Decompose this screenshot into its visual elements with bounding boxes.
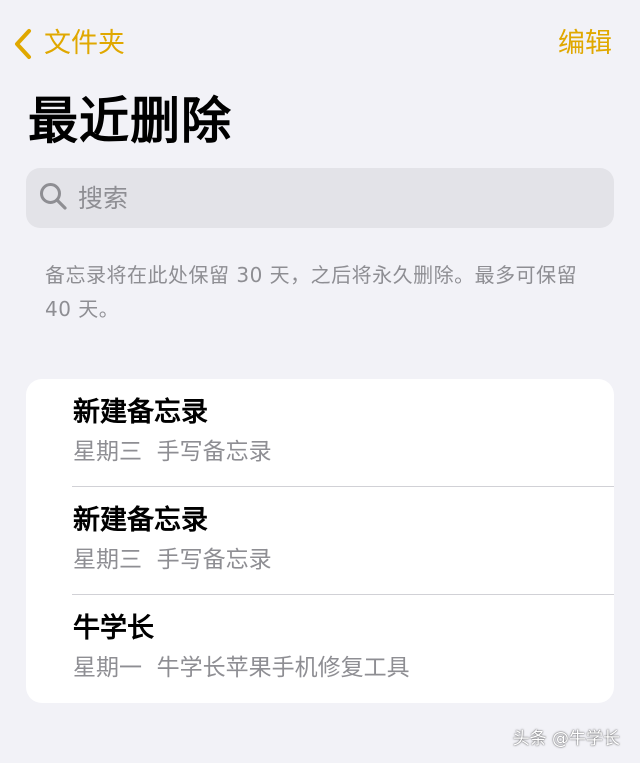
note-date: 星期一	[73, 655, 142, 681]
back-label: 文件夹	[44, 28, 125, 59]
search-bar[interactable]	[26, 168, 614, 228]
list-item[interactable]: 新建备忘录 星期三 手写备忘录	[26, 487, 614, 595]
note-title: 新建备忘录	[73, 397, 208, 428]
list-item[interactable]: 新建备忘录 星期三 手写备忘录	[26, 379, 614, 487]
notes-list: 新建备忘录 星期三 手写备忘录 新建备忘录 星期三 手写备忘录 牛学长 星期一 …	[26, 379, 614, 703]
note-date: 星期三	[73, 439, 142, 465]
retention-notice: 备忘录将在此处保留 30 天，之后将永久删除。最多可保留 40 天。	[45, 263, 578, 321]
note-preview: 牛学长苹果手机修复工具	[156, 655, 410, 681]
watermark: 头条 @牛学长	[512, 729, 620, 749]
note-date: 星期三	[73, 547, 142, 573]
note-preview: 手写备忘录	[156, 439, 272, 465]
note-subtitle: 星期三 手写备忘录	[73, 434, 272, 470]
back-button[interactable]: 文件夹	[12, 26, 125, 62]
page-title: 最近删除	[28, 92, 232, 150]
navigation-bar: 文件夹 编辑	[0, 0, 640, 90]
search-icon	[26, 181, 68, 215]
note-title: 牛学长	[73, 613, 154, 644]
note-preview: 手写备忘录	[156, 547, 272, 573]
note-subtitle: 星期一 牛学长苹果手机修复工具	[73, 650, 410, 686]
note-subtitle: 星期三 手写备忘录	[73, 542, 272, 578]
edit-button[interactable]: 编辑	[558, 26, 612, 62]
note-title: 新建备忘录	[73, 505, 208, 536]
chevron-left-icon	[12, 27, 34, 61]
search-input[interactable]	[76, 182, 580, 214]
list-item[interactable]: 牛学长 星期一 牛学长苹果手机修复工具	[26, 595, 614, 703]
